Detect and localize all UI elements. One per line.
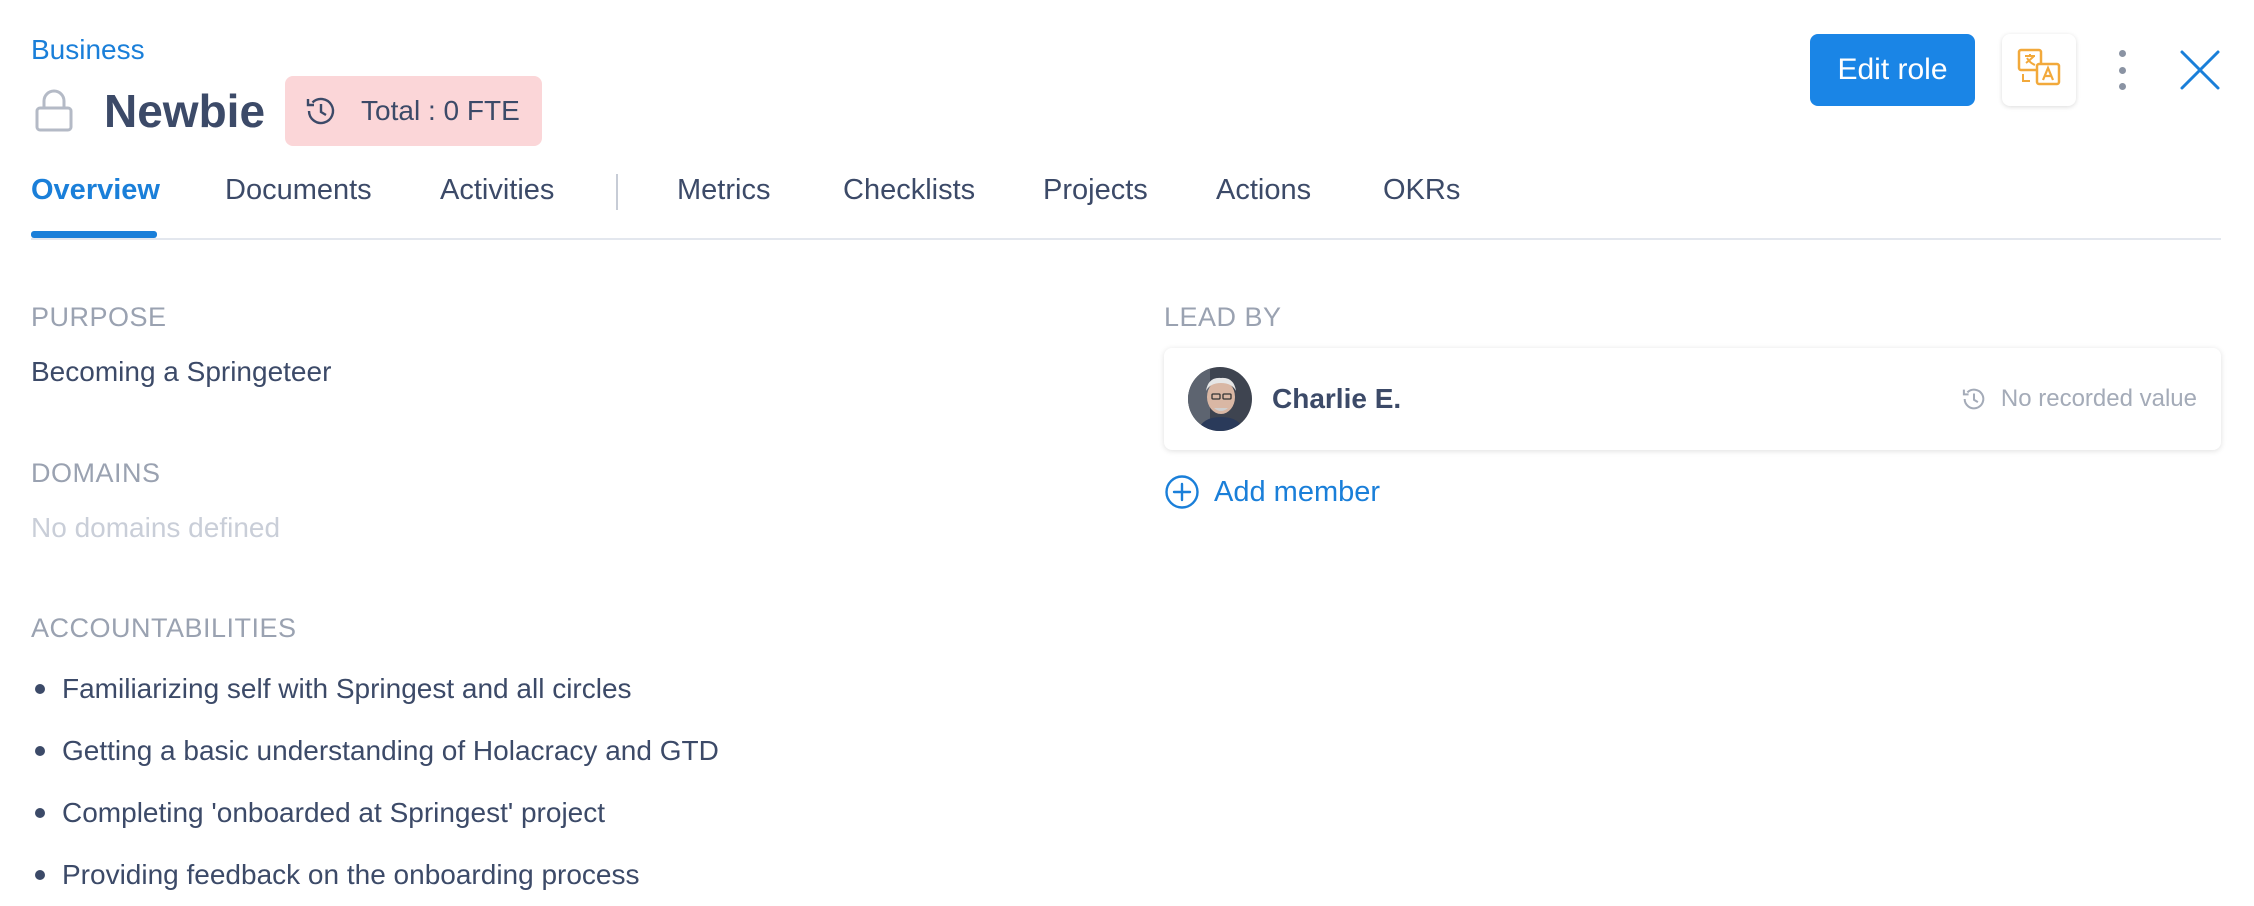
accountabilities-list: Familiarizing self with Springest and al… <box>31 658 719 906</box>
tab-okrs[interactable]: OKRs <box>1383 174 1460 207</box>
role-title-row: Newbie Total : 0 FTE <box>31 76 542 146</box>
purpose-label: PURPOSE <box>31 302 167 332</box>
tab-bar: Overview Documents Activities Metrics Ch… <box>31 160 2221 240</box>
add-member-label: Add member <box>1214 475 1381 508</box>
plus-circle-icon <box>1164 474 1200 510</box>
recorded-value: No recorded value <box>1959 384 2197 414</box>
add-member-button[interactable]: Add member <box>1164 474 1380 510</box>
more-options-button[interactable] <box>2104 44 2140 96</box>
tab-checklists[interactable]: Checklists <box>843 174 975 207</box>
accountabilities-label: ACCOUNTABILITIES <box>31 613 297 643</box>
list-item: Providing feedback on the onboarding pro… <box>31 844 719 906</box>
tab-activities[interactable]: Activities <box>440 174 554 207</box>
translate-icon <box>2017 48 2061 93</box>
tab-metrics[interactable]: Metrics <box>677 174 770 207</box>
tab-divider <box>616 174 618 210</box>
edit-role-button[interactable]: Edit role <box>1810 34 1975 106</box>
avatar <box>1188 367 1252 431</box>
list-item: Familiarizing self with Springest and al… <box>31 658 719 720</box>
breadcrumb-business[interactable]: Business <box>31 34 145 66</box>
domains-label: DOMAINS <box>31 458 161 488</box>
tab-projects[interactable]: Projects <box>1043 174 1148 207</box>
fte-badge-label: Total : 0 FTE <box>361 95 520 126</box>
tab-actions[interactable]: Actions <box>1216 174 1311 207</box>
lead-member-name: Charlie E. <box>1272 383 1402 414</box>
tab-overview[interactable]: Overview <box>31 174 160 207</box>
lock-icon <box>31 84 77 138</box>
close-icon <box>2178 50 2222 96</box>
more-vertical-icon <box>2118 50 2126 57</box>
recorded-value-text: No recorded value <box>2000 385 2197 412</box>
translate-button[interactable] <box>2002 34 2076 106</box>
lead-member-card[interactable]: Charlie E. No recorded value <box>1164 348 2221 450</box>
tab-documents[interactable]: Documents <box>225 174 372 207</box>
fte-badge[interactable]: Total : 0 FTE <box>285 76 542 146</box>
active-tab-indicator <box>31 231 157 238</box>
list-item: Getting a basic understanding of Holacra… <box>31 720 719 782</box>
lead-by-label: LEAD BY <box>1164 302 1282 332</box>
close-button[interactable] <box>2178 48 2222 92</box>
purpose-text: Becoming a Springeteer <box>31 356 332 387</box>
domains-empty-text: No domains defined <box>31 512 281 543</box>
history-icon <box>1959 384 1989 414</box>
history-icon <box>301 91 341 131</box>
list-item: Completing 'onboarded at Springest' proj… <box>31 782 719 844</box>
page-title: Newbie <box>104 85 266 137</box>
